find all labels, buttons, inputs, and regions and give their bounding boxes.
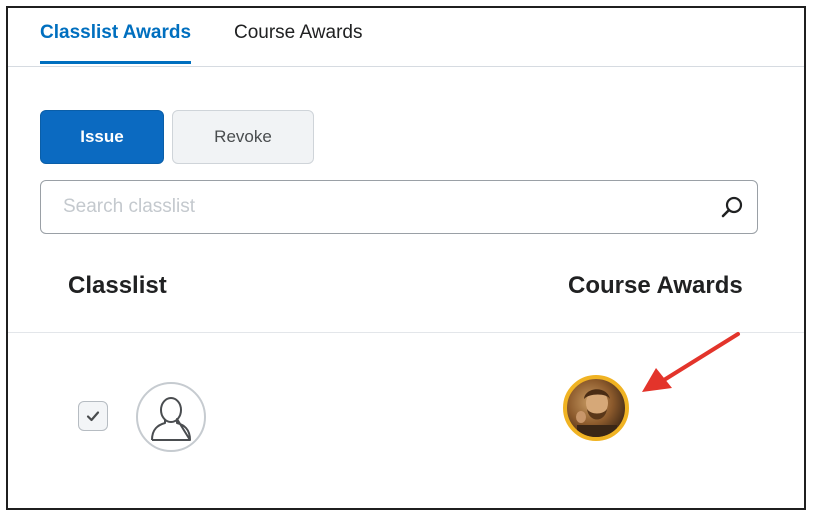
revoke-button[interactable]: Revoke: [172, 110, 314, 164]
tab-classlist-awards[interactable]: Classlist Awards: [40, 22, 192, 64]
search-box: [40, 180, 758, 234]
awards-panel: Classlist Awards Course Awards Issue Rev…: [6, 6, 806, 510]
tab-bar: Classlist Awards Course Awards: [8, 8, 804, 67]
annotation-arrow-icon: [642, 332, 740, 392]
table-header: Classlist Course Awards: [8, 260, 804, 333]
search-input[interactable]: [61, 195, 685, 219]
issue-button[interactable]: Issue: [40, 110, 164, 164]
column-header-classlist: Classlist: [68, 272, 167, 299]
search-icon[interactable]: [719, 194, 745, 220]
row-checkbox[interactable]: [78, 401, 108, 431]
column-header-course-awards: Course Awards: [568, 272, 743, 299]
checkmark-icon: [86, 411, 100, 422]
user-avatar-icon: [136, 382, 206, 452]
award-badge-icon[interactable]: [563, 375, 629, 441]
tab-course-awards[interactable]: Course Awards: [234, 22, 363, 64]
